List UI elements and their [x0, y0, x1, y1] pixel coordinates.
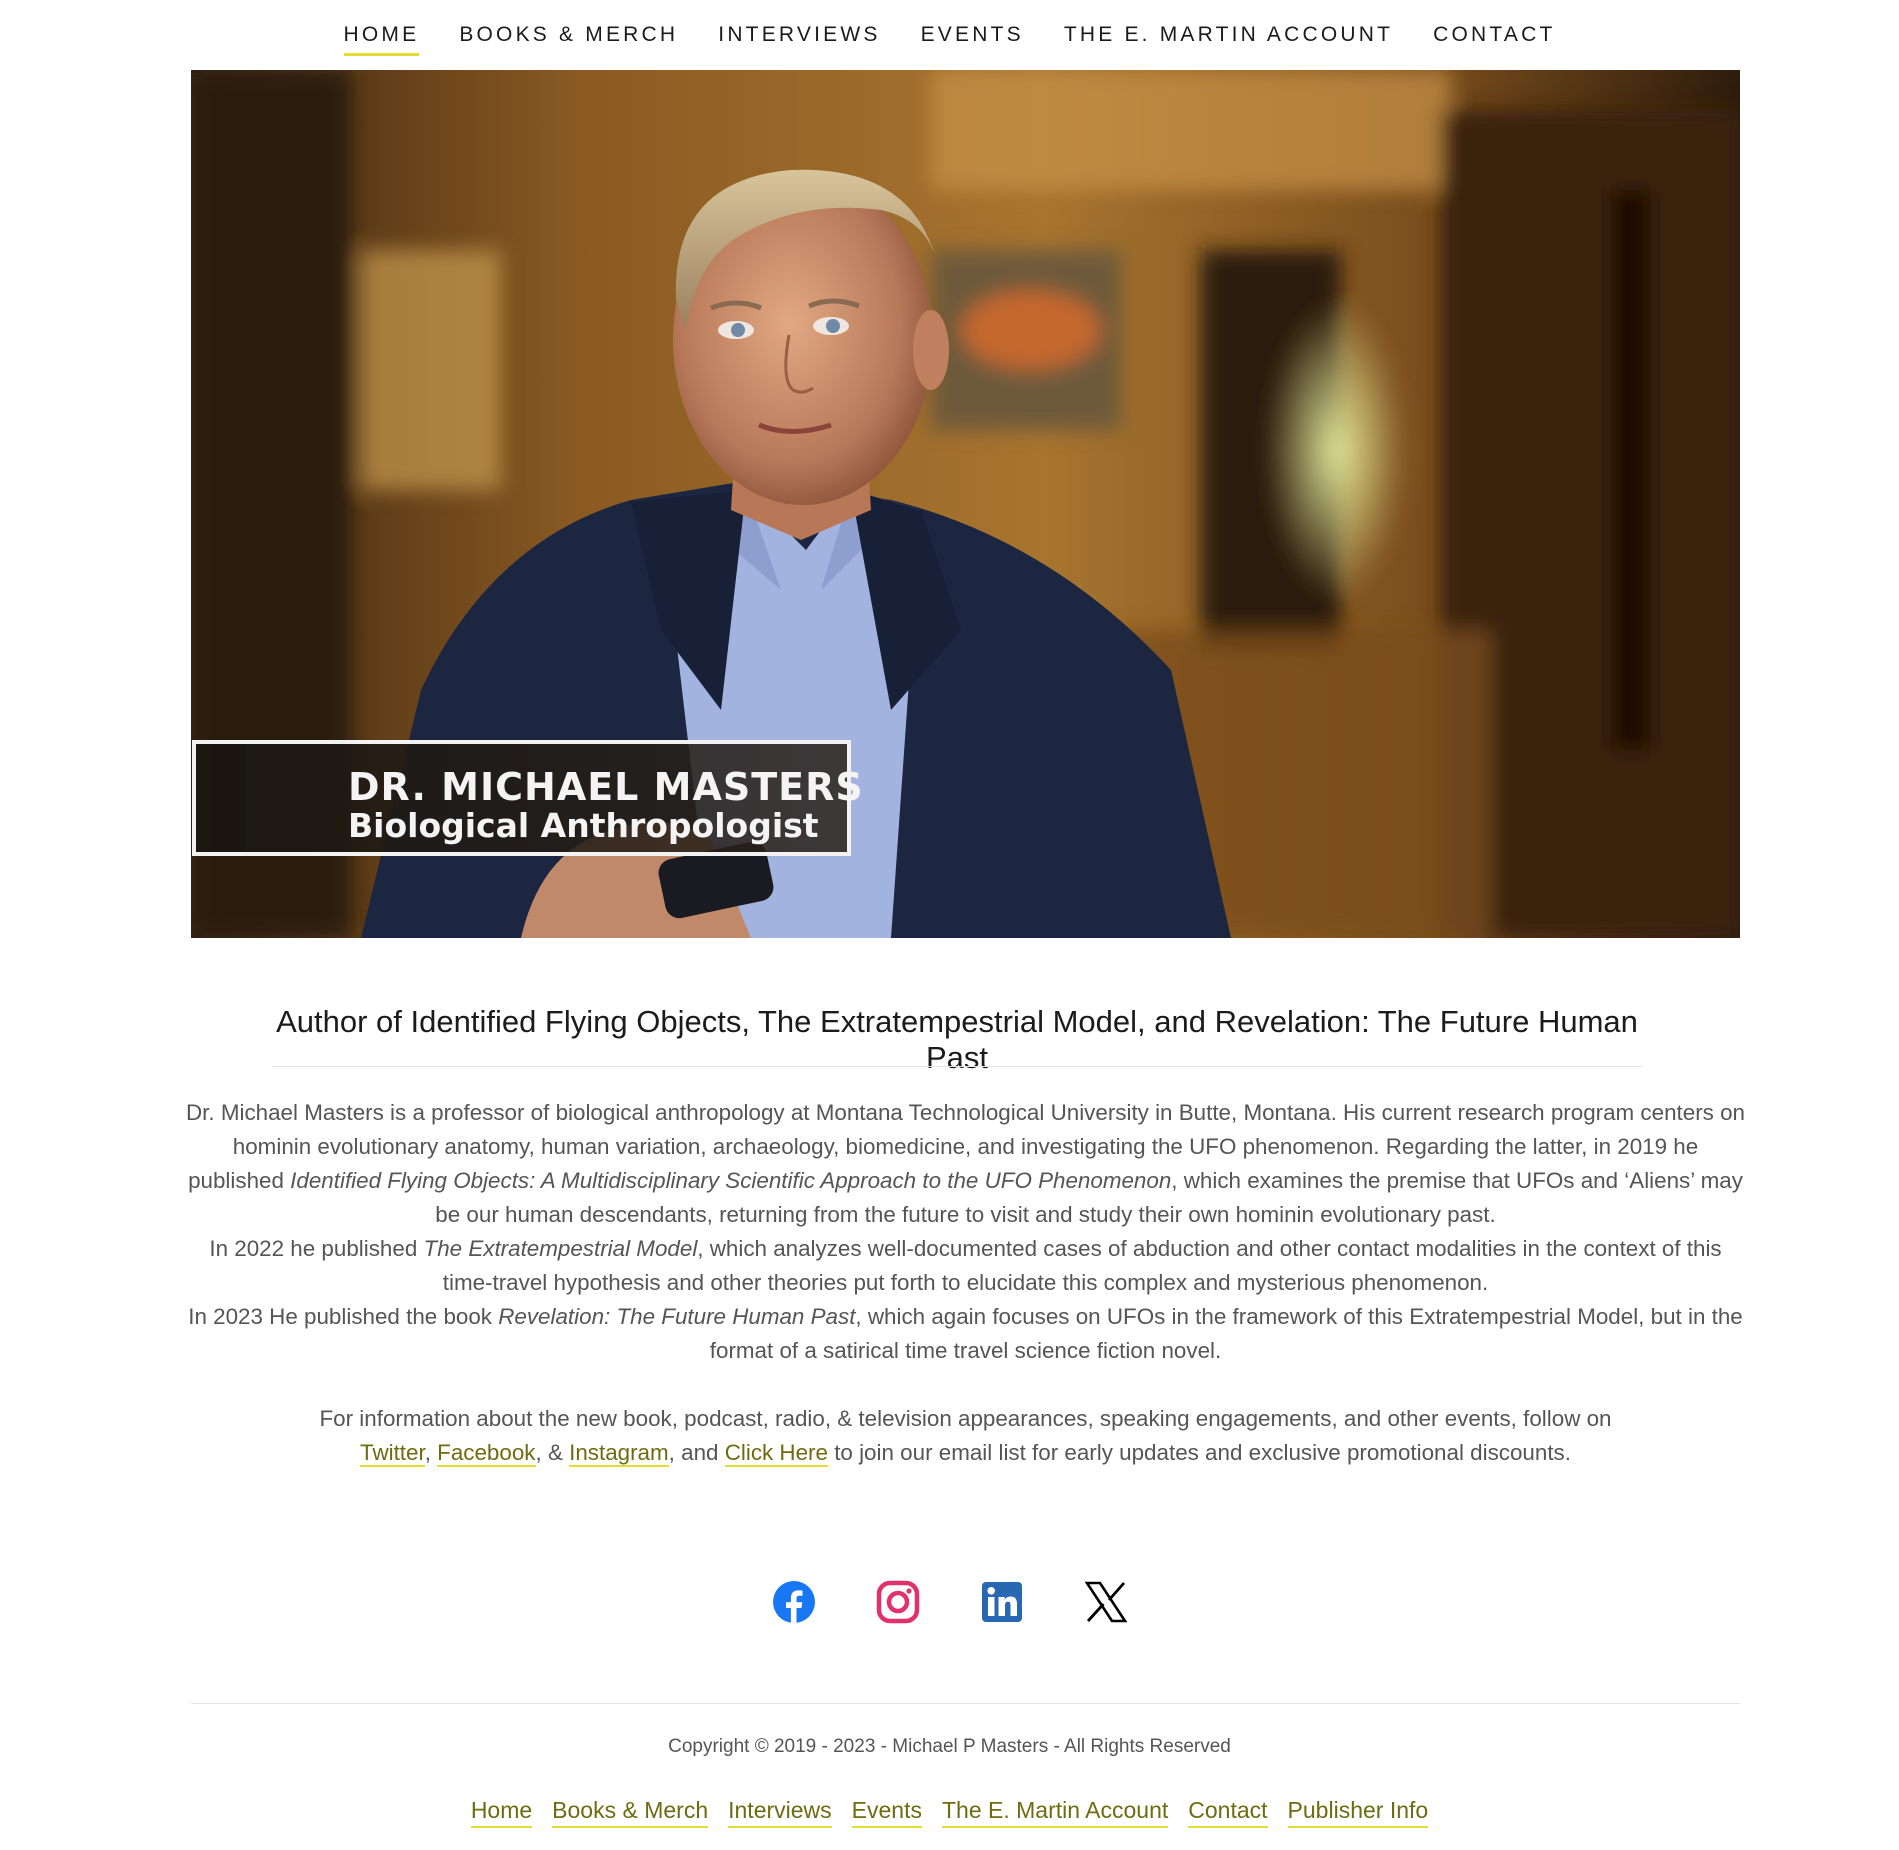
bio-text: to join our email list for early updates… — [827, 1440, 1571, 1465]
footer-divider — [191, 1703, 1740, 1704]
social-icons — [0, 1580, 1899, 1624]
footer-link-publisher-info[interactable]: Publisher Info — [1287, 1797, 1429, 1828]
footer-link-books-merch[interactable]: Books & Merch — [552, 1797, 709, 1828]
linkedin-icon[interactable] — [980, 1580, 1024, 1624]
email-signup-link[interactable]: Click Here — [724, 1440, 828, 1467]
nav-interviews[interactable]: INTERVIEWS — [718, 17, 880, 54]
footer-link-contact[interactable]: Contact — [1188, 1797, 1268, 1828]
instagram-link[interactable]: Instagram — [569, 1440, 669, 1467]
bio-paragraph-4: For information about the new book, podc… — [183, 1402, 1748, 1470]
bio-text: , which again focuses on UFOs in the fra… — [709, 1304, 1743, 1363]
separator: , — [424, 1440, 438, 1465]
footer-link-e-martin-account[interactable]: The E. Martin Account — [942, 1797, 1169, 1828]
nav-home[interactable]: HOME — [343, 17, 420, 56]
nav-books-merch[interactable]: BOOKS & MERCH — [459, 17, 678, 54]
book-title-etm: The Extratempestrial Model — [423, 1236, 698, 1261]
bio-paragraph-3: In 2023 He published the book Revelation… — [183, 1300, 1748, 1368]
facebook-link[interactable]: Facebook — [437, 1440, 536, 1467]
facebook-icon[interactable] — [772, 1580, 816, 1624]
bio-paragraph-1: Dr. Michael Masters is a professor of bi… — [183, 1096, 1748, 1232]
hero-image: DR. MICHAEL MASTERS Biological Anthropol… — [191, 70, 1740, 938]
book-title-revelation: Revelation: The Future Human Past — [498, 1304, 856, 1329]
headline-divider — [272, 1066, 1642, 1067]
bio-paragraph-2: In 2022 he published The Extratempestria… — [183, 1232, 1748, 1300]
nav-events[interactable]: EVENTS — [921, 17, 1024, 54]
instagram-icon[interactable] — [876, 1580, 920, 1624]
bio-text: In 2022 he published — [209, 1236, 424, 1261]
nav-contact[interactable]: CONTACT — [1433, 17, 1555, 54]
book-title-ifo: Identified Flying Objects: A Multidiscip… — [290, 1168, 1172, 1193]
separator: , & — [535, 1440, 570, 1465]
twitter-link[interactable]: Twitter — [360, 1440, 425, 1467]
lower-third-title: Biological Anthropologist — [348, 806, 819, 845]
footer-nav: Home Books & Merch Interviews Events The… — [0, 1797, 1899, 1828]
copyright-text: Copyright © 2019 - 2023 - Michael P Mast… — [668, 1736, 1231, 1757]
bio-text: In 2023 He published the book — [188, 1304, 499, 1329]
footer-link-interviews[interactable]: Interviews — [728, 1797, 832, 1828]
lower-third-name: DR. MICHAEL MASTERS — [348, 765, 864, 809]
top-nav: HOME BOOKS & MERCH INTERVIEWS EVENTS THE… — [0, 0, 1899, 70]
hero-photo: DR. MICHAEL MASTERS Biological Anthropol… — [191, 70, 1740, 938]
separator: , and — [668, 1440, 725, 1465]
bio-section: Dr. Michael Masters is a professor of bi… — [183, 1096, 1748, 1470]
x-icon[interactable] — [1084, 1580, 1128, 1624]
bio-text: For information about the new book, podc… — [319, 1406, 1612, 1431]
footer-link-home[interactable]: Home — [470, 1797, 533, 1828]
nav-e-martin-account[interactable]: THE E. MARTIN ACCOUNT — [1064, 17, 1393, 54]
footer-link-events[interactable]: Events — [851, 1797, 922, 1828]
